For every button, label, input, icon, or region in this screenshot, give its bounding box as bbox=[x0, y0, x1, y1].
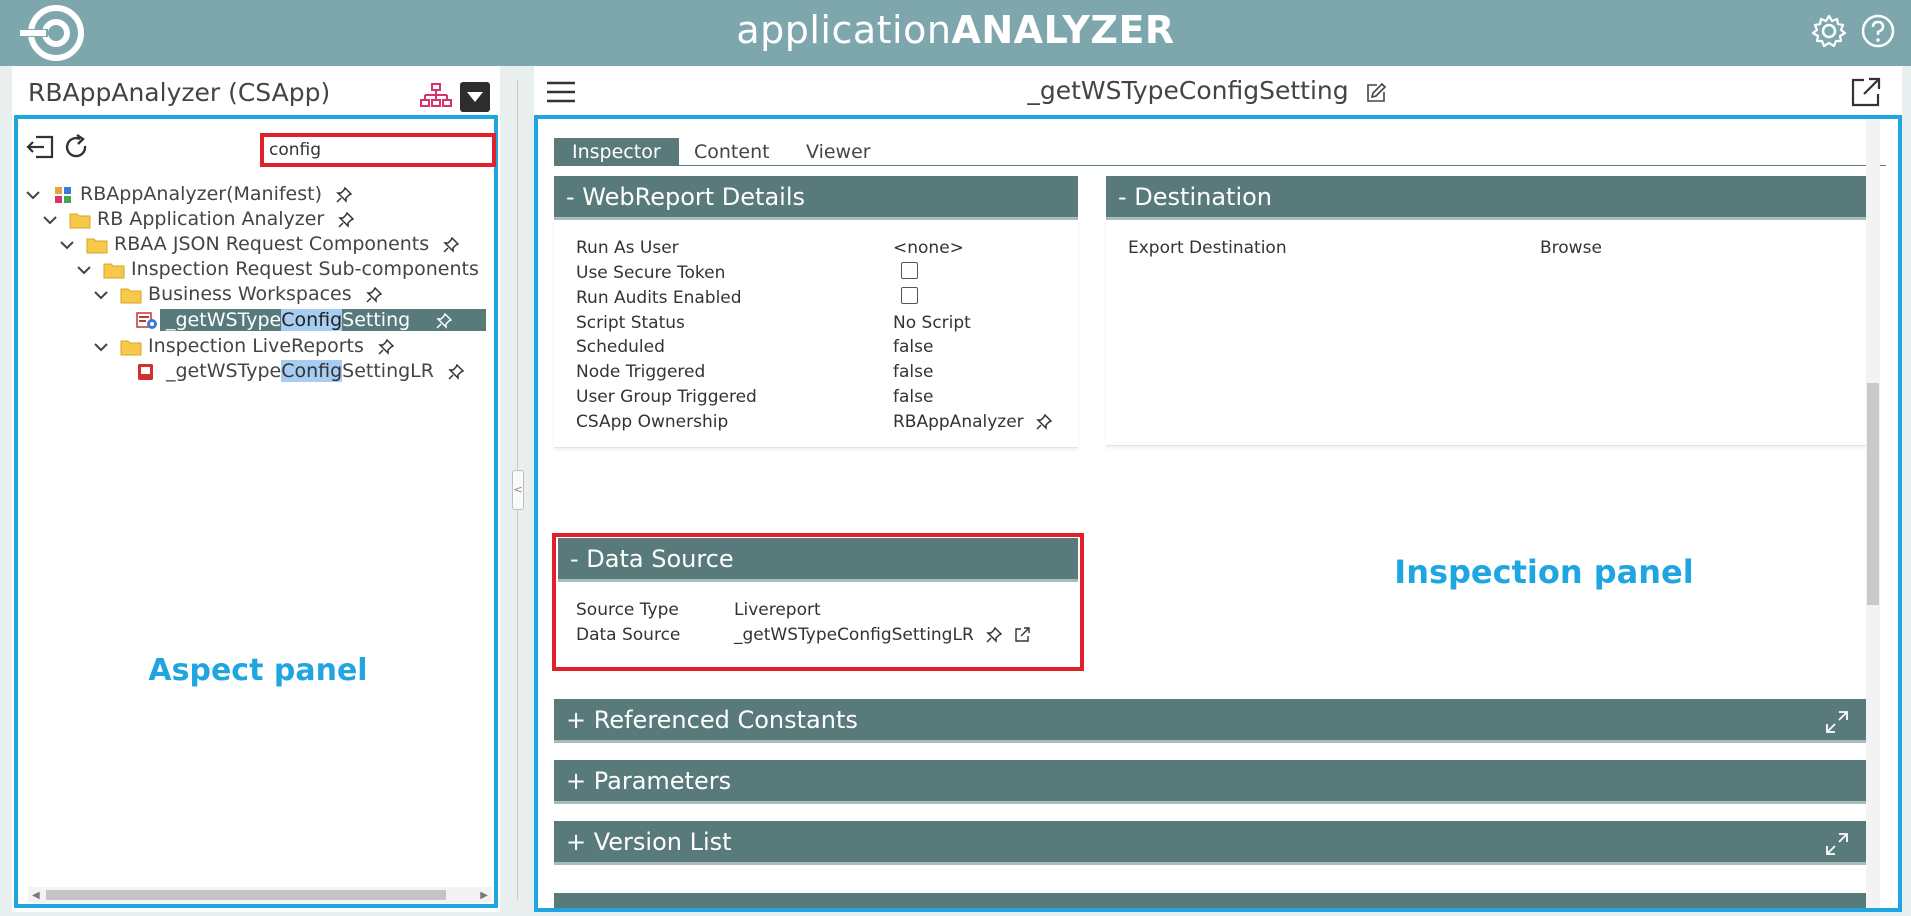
expand-icon[interactable] bbox=[1824, 709, 1850, 735]
referenced-constants-header[interactable]: + Referenced Constants bbox=[554, 699, 1866, 743]
chevron-down-icon[interactable] bbox=[92, 338, 110, 356]
user-group-triggered-label: User Group Triggered bbox=[576, 387, 757, 407]
aspect-frame: config RBAppAnalyzer(Manifest) RB Applic… bbox=[14, 115, 498, 908]
parameters-header[interactable]: + Parameters bbox=[554, 760, 1866, 804]
destination-body: Export Destination Browse bbox=[1106, 220, 1866, 446]
manifest-icon bbox=[55, 186, 72, 203]
run-audits-checkbox[interactable] bbox=[901, 287, 918, 304]
aspect-panel: RBAppAnalyzer (CSApp) config RBAppAnalyz… bbox=[12, 66, 500, 912]
script-status-value: No Script bbox=[893, 313, 971, 333]
run-as-user-value: <none> bbox=[893, 238, 964, 258]
open-external-icon[interactable] bbox=[1850, 76, 1882, 108]
chevron-down-icon[interactable] bbox=[92, 286, 110, 304]
folder-icon bbox=[86, 238, 108, 253]
chevron-down-icon[interactable] bbox=[24, 186, 42, 204]
horizontal-scrollbar[interactable]: ◀ ▶ bbox=[28, 887, 492, 903]
tree-node-label: RBAppAnalyzer(Manifest) bbox=[80, 183, 322, 205]
pin-icon[interactable] bbox=[378, 338, 394, 355]
top-bar: applicationANALYZER bbox=[0, 0, 1911, 66]
export-destination-label: Export Destination bbox=[1128, 238, 1287, 258]
webreport-details-header[interactable]: - WebReport Details bbox=[554, 176, 1078, 220]
chevron-down-icon[interactable] bbox=[58, 236, 76, 254]
tree-node-label: Business Workspaces bbox=[148, 283, 352, 305]
run-as-user-label: Run As User bbox=[576, 238, 679, 258]
use-secure-token-checkbox[interactable] bbox=[901, 262, 918, 279]
aspect-header: RBAppAnalyzer (CSApp) bbox=[12, 70, 500, 118]
node-triggered-label: Node Triggered bbox=[576, 362, 706, 382]
aspect-dropdown-button[interactable] bbox=[460, 82, 490, 112]
webreport-details-body: Run As User <none> Use Secure Token Run … bbox=[554, 220, 1078, 448]
pin-icon[interactable] bbox=[1035, 414, 1052, 430]
app-title: applicationANALYZER bbox=[0, 0, 1911, 66]
tab-viewer[interactable]: Viewer bbox=[788, 138, 889, 166]
inspection-panel: _getWSTypeConfigSetting Inspector Conten… bbox=[534, 66, 1902, 912]
vertical-scrollbar[interactable] bbox=[1866, 119, 1880, 908]
scheduled-value: false bbox=[893, 337, 934, 357]
tree-node-label-prefix: _getWSType bbox=[166, 309, 282, 331]
help-icon[interactable] bbox=[1859, 12, 1897, 50]
scrollbar-thumb[interactable] bbox=[46, 890, 446, 900]
scroll-right-arrow-icon[interactable]: ▶ bbox=[480, 890, 488, 901]
script-status-label: Script Status bbox=[576, 313, 685, 333]
hierarchy-icon[interactable] bbox=[420, 82, 452, 110]
aspect-panel-label: Aspect panel bbox=[148, 653, 368, 688]
aspect-title: RBAppAnalyzer (CSApp) bbox=[28, 78, 331, 107]
folder-icon bbox=[120, 288, 142, 303]
pin-icon[interactable] bbox=[436, 312, 453, 329]
tab-bar: Inspector Content Viewer bbox=[554, 138, 1886, 166]
folder-icon bbox=[69, 213, 91, 228]
tree-node-getwstypeconfigsettinglr[interactable]: _getWSTypeConfigSettingLR bbox=[136, 356, 464, 386]
webreport-icon bbox=[136, 311, 157, 329]
csapp-ownership-row: RBAppAnalyzer bbox=[893, 412, 1052, 432]
csapp-ownership-value[interactable]: RBAppAnalyzer bbox=[893, 412, 1024, 432]
gear-icon[interactable] bbox=[1810, 12, 1848, 50]
tab-content[interactable]: Content bbox=[676, 138, 788, 166]
tree-node-label-suffix: SettingLR bbox=[342, 360, 434, 382]
pin-icon[interactable] bbox=[448, 363, 464, 380]
tree-search-input[interactable]: config bbox=[260, 133, 496, 167]
csapp-ownership-label: CSApp Ownership bbox=[576, 412, 729, 432]
scrollbar-thumb[interactable] bbox=[1867, 383, 1879, 605]
tree-node-label: Inspection Request Sub-components bbox=[131, 258, 479, 280]
inspection-title: _getWSTypeConfigSetting bbox=[1027, 76, 1349, 105]
app-title-light: application bbox=[736, 8, 952, 52]
search-match-highlight: Config bbox=[281, 309, 343, 331]
search-match-highlight: Config bbox=[281, 360, 343, 382]
user-group-triggered-value: false bbox=[893, 387, 934, 407]
folder-icon bbox=[103, 263, 125, 278]
edit-icon[interactable] bbox=[1365, 82, 1387, 104]
tree-node-label-suffix: Setting bbox=[342, 309, 411, 331]
chevron-down-icon[interactable] bbox=[75, 261, 93, 279]
scheduled-label: Scheduled bbox=[576, 337, 665, 357]
refresh-icon[interactable] bbox=[62, 133, 90, 161]
inspection-frame: Inspector Content Viewer - WebReport Det… bbox=[534, 115, 1902, 912]
pin-icon[interactable] bbox=[338, 211, 355, 228]
run-audits-label: Run Audits Enabled bbox=[576, 288, 742, 308]
pin-icon[interactable] bbox=[336, 186, 352, 203]
selected-node-label[interactable]: _getWSTypeConfigSetting bbox=[160, 309, 487, 331]
export-destination-value[interactable]: Browse bbox=[1540, 238, 1602, 258]
node-triggered-value: false bbox=[893, 362, 934, 382]
use-secure-token-label: Use Secure Token bbox=[576, 263, 726, 283]
collapse-handle[interactable]: < bbox=[512, 470, 524, 510]
inspection-panel-label: Inspection panel bbox=[1394, 553, 1694, 591]
exit-icon[interactable] bbox=[26, 133, 56, 161]
pin-icon[interactable] bbox=[365, 286, 382, 303]
expand-icon[interactable] bbox=[1824, 831, 1850, 857]
version-list-header[interactable]: + Version List bbox=[554, 821, 1866, 865]
tab-inspector[interactable]: Inspector bbox=[554, 138, 679, 166]
tree-node-label: Inspection LiveReports bbox=[148, 335, 364, 357]
scroll-left-arrow-icon[interactable]: ◀ bbox=[32, 890, 40, 901]
tree-node-label: RB Application Analyzer bbox=[97, 208, 325, 230]
tree-node-label: RBAA JSON Request Components bbox=[114, 233, 430, 255]
app-title-bold: ANALYZER bbox=[951, 8, 1175, 52]
chevron-down-icon[interactable] bbox=[41, 211, 59, 229]
next-section-header-partial bbox=[554, 893, 1866, 908]
tree-node-label-prefix: _getWSType bbox=[166, 360, 282, 382]
pin-icon[interactable] bbox=[443, 236, 460, 253]
destination-header[interactable]: - Destination bbox=[1106, 176, 1866, 220]
data-source-highlight-frame bbox=[552, 533, 1084, 671]
folder-icon bbox=[120, 340, 142, 355]
livereport-icon bbox=[138, 363, 153, 380]
